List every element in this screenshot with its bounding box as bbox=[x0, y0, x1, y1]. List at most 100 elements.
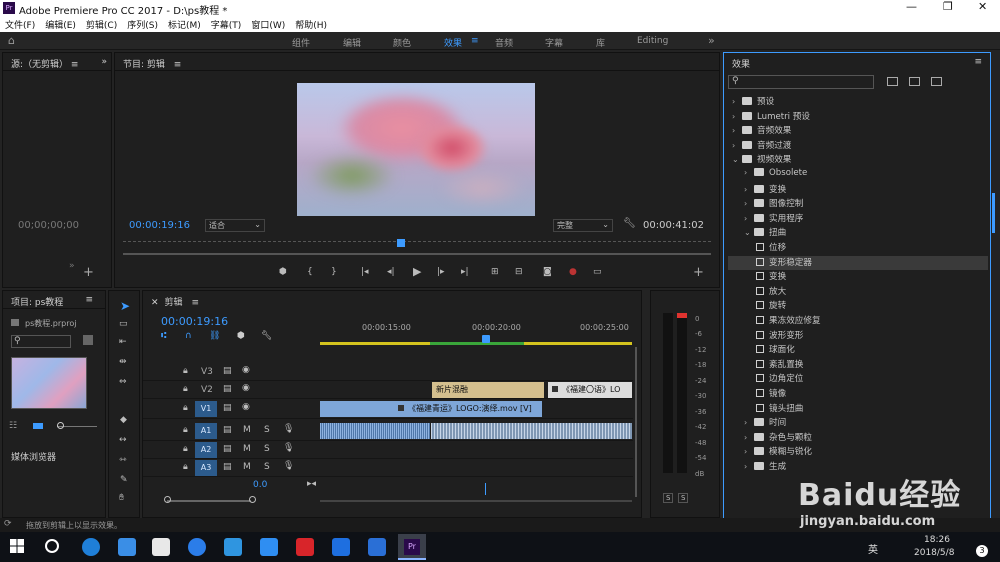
effects-search-input[interactable]: ⚲ bbox=[728, 75, 874, 89]
clip-video[interactable]: 《福建青运》LOGO:演绎.mov [V] bbox=[320, 401, 542, 417]
rate-stretch-icon[interactable]: ⇔ bbox=[119, 377, 127, 387]
effect-item[interactable]: 波形变形 bbox=[728, 329, 988, 344]
bird-app-icon[interactable] bbox=[224, 538, 242, 556]
add-marker-icon[interactable]: ⬢ bbox=[237, 331, 245, 341]
effects-v-scrollbar[interactable] bbox=[992, 193, 995, 233]
timeline-title[interactable]: 剪辑 bbox=[165, 298, 183, 308]
workspace-tab[interactable]: 音频 bbox=[495, 36, 513, 49]
effect-item[interactable]: 边角定位 bbox=[728, 372, 988, 387]
chevron-down-icon[interactable]: ⌄ bbox=[744, 228, 754, 237]
workspace-tab[interactable]: 库 bbox=[596, 36, 605, 49]
effect-folder[interactable]: › 杂色与颗粒 bbox=[728, 431, 988, 446]
panel-menu-icon[interactable]: ≡ bbox=[85, 295, 93, 305]
sync-icon[interactable]: ▤ bbox=[223, 403, 232, 413]
workspace-tab[interactable]: 编辑 bbox=[343, 36, 361, 49]
effect-folder[interactable]: › 图像控制 bbox=[728, 197, 988, 212]
lock-icon[interactable]: 🔒︎ bbox=[183, 462, 188, 472]
timeline-playhead[interactable] bbox=[482, 335, 490, 343]
menu-clip[interactable]: 剪辑(C) bbox=[81, 16, 122, 31]
timeline-v-scrollbar[interactable] bbox=[635, 347, 637, 497]
sync-icon[interactable]: ▤ bbox=[223, 384, 232, 394]
effect-item[interactable]: 变形稳定器 bbox=[728, 255, 988, 271]
scroll-handle[interactable] bbox=[164, 496, 171, 503]
effect-item[interactable]: 镜头扭曲 bbox=[728, 402, 988, 417]
chevron-right-icon[interactable]: › bbox=[744, 418, 754, 427]
eye-icon[interactable]: ◉ bbox=[242, 365, 250, 375]
cortana-icon[interactable] bbox=[45, 539, 59, 553]
master-volume[interactable]: 0.0 bbox=[253, 480, 267, 490]
program-ruler[interactable] bbox=[123, 241, 711, 249]
pen-icon[interactable]: ✎ bbox=[120, 475, 128, 485]
clip-v2[interactable]: 《福建〇语》LO bbox=[548, 382, 632, 398]
menu-window[interactable]: 窗口(W) bbox=[246, 16, 290, 31]
camera-icon[interactable]: ◙ bbox=[543, 267, 552, 277]
menu-sequence[interactable]: 序列(S) bbox=[122, 16, 163, 31]
work-area-bar-yellow[interactable] bbox=[320, 342, 430, 345]
workspace-tab[interactable]: Editing bbox=[637, 36, 668, 46]
workspace-menu-icon[interactable]: ≡ bbox=[471, 36, 479, 46]
sync-icon[interactable]: ▤ bbox=[223, 444, 232, 454]
expand-icon[interactable]: » bbox=[101, 57, 107, 67]
timeline-h-scrollbar[interactable] bbox=[167, 500, 251, 502]
settings-wrench-icon[interactable]: 🔧︎ bbox=[261, 331, 272, 341]
solo-icon[interactable]: S bbox=[264, 425, 270, 435]
timeline-ruler[interactable]: 00:00:15:00 00:00:20:00 00:00:25:00 bbox=[320, 323, 632, 345]
media-browser-tab[interactable]: 媒体浏览器 bbox=[11, 450, 56, 463]
ime-indicator[interactable]: 英 bbox=[868, 541, 878, 556]
slide-icon[interactable]: ⇿ bbox=[119, 455, 127, 465]
add-button-icon[interactable]: + bbox=[83, 265, 94, 280]
panel-menu-icon[interactable]: ≡ bbox=[191, 298, 199, 308]
close-button[interactable]: ✕ bbox=[978, 0, 987, 13]
chevron-right-icon[interactable]: › bbox=[744, 168, 754, 177]
mute-icon[interactable]: M bbox=[243, 425, 251, 435]
source-title[interactable]: 源:（无剪辑） bbox=[11, 60, 68, 70]
work-area-bar-green[interactable] bbox=[430, 342, 524, 345]
32bit-effects-icon[interactable] bbox=[909, 77, 920, 86]
go-to-end-icon[interactable]: ▸◂ bbox=[307, 479, 316, 489]
add-button-icon[interactable]: + bbox=[693, 265, 704, 280]
hand-icon[interactable]: ✋︎ bbox=[119, 493, 124, 503]
effect-item[interactable]: 位移 bbox=[728, 241, 988, 256]
go-to-in-icon[interactable]: |◂ bbox=[361, 267, 369, 277]
slip-icon[interactable]: ↔ bbox=[119, 435, 127, 445]
lock-icon[interactable]: 🔒︎ bbox=[183, 425, 188, 435]
extract-icon[interactable]: ⊟ bbox=[515, 267, 523, 277]
audio-clip[interactable] bbox=[431, 423, 632, 439]
shield-icon[interactable] bbox=[332, 538, 350, 556]
sync-icon[interactable]: ▤ bbox=[223, 425, 232, 435]
nest-icon[interactable]: ⑆ bbox=[161, 331, 166, 341]
clip-adjustment[interactable]: 新片混融 bbox=[432, 382, 544, 398]
mute-icon[interactable]: M bbox=[243, 444, 251, 454]
mark-out-icon[interactable]: } bbox=[331, 267, 337, 277]
timeline-timecode[interactable]: 00:00:19:16 bbox=[161, 315, 228, 328]
panel-menu-icon[interactable]: ≡ bbox=[71, 60, 79, 70]
notification-badge[interactable]: 3 bbox=[976, 545, 988, 557]
media-thumbnail[interactable] bbox=[11, 357, 87, 409]
lock-icon[interactable]: 🔒︎ bbox=[183, 384, 188, 394]
lock-icon[interactable]: 🔒︎ bbox=[183, 366, 188, 376]
go-to-out-icon[interactable]: ▸| bbox=[461, 267, 469, 277]
menu-edit[interactable]: 编辑(E) bbox=[40, 16, 81, 31]
effect-item[interactable]: 紊乱置换 bbox=[728, 358, 988, 373]
vr-icon[interactable]: ▭ bbox=[593, 267, 602, 277]
more-workspaces-icon[interactable]: » bbox=[708, 34, 715, 47]
list-view-icon[interactable]: ☷ bbox=[9, 421, 17, 431]
record-icon[interactable]: ● bbox=[569, 267, 577, 277]
effect-item[interactable]: 旋转 bbox=[728, 299, 988, 314]
effect-folder[interactable]: › Obsolete bbox=[728, 168, 988, 183]
panel-menu-icon[interactable]: ≡ bbox=[974, 57, 982, 67]
workspace-tab[interactable]: 颜色 bbox=[393, 36, 411, 49]
timeline-zoom-scrollbar[interactable] bbox=[320, 500, 632, 502]
lock-icon[interactable]: 🔒︎ bbox=[183, 403, 188, 413]
scroll-handle[interactable] bbox=[249, 496, 256, 503]
new-bin-icon[interactable] bbox=[83, 335, 93, 345]
step-forward-icon[interactable]: |▸ bbox=[437, 267, 445, 277]
fit-select[interactable]: 适合 ⌄ bbox=[205, 219, 265, 232]
workspace-tab[interactable]: 字幕 bbox=[545, 36, 563, 49]
lock-icon[interactable]: 🔒︎ bbox=[183, 444, 188, 454]
step-back-icon[interactable]: ◂| bbox=[387, 267, 395, 277]
effect-folder[interactable]: › 时间 bbox=[728, 416, 988, 431]
workspace-tab-active[interactable]: 效果 bbox=[444, 36, 462, 49]
minimize-button[interactable]: — bbox=[906, 0, 917, 13]
program-title[interactable]: 节目: 剪辑 bbox=[123, 60, 165, 70]
